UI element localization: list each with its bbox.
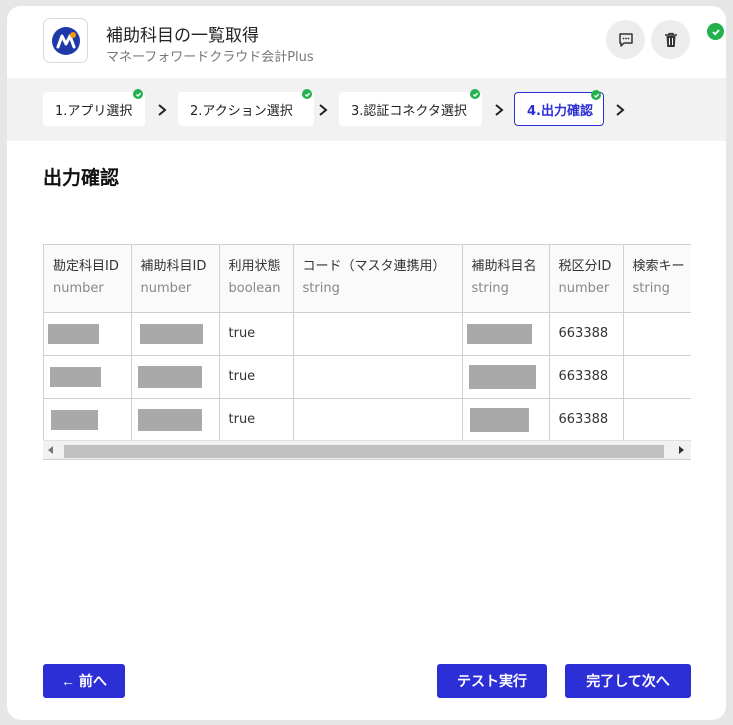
- trash-icon: [664, 32, 677, 47]
- column-header: 勘定科目ID number: [44, 245, 132, 313]
- step-label: 1.アプリ選択: [55, 103, 133, 119]
- usage-cell: true: [219, 355, 294, 399]
- comment-button[interactable]: [606, 20, 645, 59]
- column-header: 税区分ID number: [549, 245, 624, 313]
- usage-cell: true: [219, 312, 294, 356]
- delete-button[interactable]: [651, 20, 690, 59]
- redacted-value: [48, 323, 99, 344]
- step-label: 3.認証コネクタ選択: [351, 103, 467, 119]
- output-table[interactable]: 勘定科目ID number 補助科目ID number 利用状態 boolean コー…: [43, 244, 691, 460]
- column-header: 補助科目名 string: [462, 245, 550, 313]
- redacted-value: [137, 408, 202, 431]
- step-action-select[interactable]: 2.アクション選択: [178, 89, 314, 126]
- column-header: 補助科目ID number: [131, 245, 220, 313]
- column-header: 利用状態 boolean: [219, 245, 294, 313]
- redacted-value: [468, 364, 536, 389]
- table-row: true 663388: [44, 355, 691, 399]
- column-header: コード（マスタ連携用） string: [293, 245, 463, 313]
- redacted-value: [469, 407, 529, 432]
- redacted-value: [51, 409, 98, 430]
- scroll-left-icon[interactable]: [48, 446, 53, 454]
- horizontal-scrollbar[interactable]: [43, 440, 691, 459]
- comment-icon: [618, 32, 633, 47]
- redacted-value: [50, 366, 101, 387]
- scroll-right-icon[interactable]: [679, 446, 684, 454]
- chevron-right-icon: [319, 104, 328, 116]
- dialog-card: 補助科目の一覧取得 マネーフォワードクラウド会計Plus 1.アプリ選択 2.ア…: [7, 6, 726, 720]
- chevron-right-icon: [616, 104, 625, 116]
- moneyforward-logo-icon: [43, 18, 88, 63]
- step-output-confirm[interactable]: 4.出力確認: [514, 90, 604, 126]
- complete-next-button[interactable]: 完了して次へ: [565, 664, 691, 698]
- table-row: true 663388: [44, 312, 691, 356]
- table-header-row: 勘定科目ID number 補助科目ID number 利用状態 boolean コー…: [44, 245, 691, 313]
- tax-id-cell: 663388: [549, 398, 624, 442]
- back-button[interactable]: ← 前へ: [43, 664, 125, 698]
- step-check-icon: [302, 89, 312, 99]
- step-label: 2.アクション選択: [190, 103, 293, 119]
- step-app-select[interactable]: 1.アプリ選択: [43, 89, 145, 126]
- redacted-value: [139, 323, 203, 344]
- app-title: 補助科目の一覧取得: [106, 26, 259, 46]
- app-subtitle: マネーフォワードクラウド会計Plus: [106, 50, 314, 65]
- redacted-value: [466, 323, 532, 344]
- chevron-right-icon: [495, 104, 504, 116]
- header: 補助科目の一覧取得 マネーフォワードクラウド会計Plus: [7, 6, 726, 78]
- tax-id-cell: 663388: [549, 312, 624, 356]
- step-label: 4.出力確認: [527, 103, 593, 119]
- step-check-icon: [133, 89, 143, 99]
- section-title: 出力確認: [43, 167, 120, 189]
- step-connector-select[interactable]: 3.認証コネクタ選択: [339, 89, 482, 126]
- step-bar: 1.アプリ選択 2.アクション選択 3.認証コネクタ選択 4.出力確認: [7, 78, 726, 141]
- check-icon: [707, 23, 724, 40]
- column-header: 検索キー string: [623, 245, 691, 313]
- scroll-thumb[interactable]: [64, 445, 664, 458]
- tax-id-cell: 663388: [549, 355, 624, 399]
- chevron-right-icon: [158, 104, 167, 116]
- test-run-button[interactable]: テスト実行: [437, 664, 547, 698]
- redacted-value: [137, 365, 202, 388]
- step-check-icon: [591, 90, 601, 100]
- table-row: true 663388: [44, 398, 691, 442]
- step-check-icon: [470, 89, 480, 99]
- usage-cell: true: [219, 398, 294, 442]
